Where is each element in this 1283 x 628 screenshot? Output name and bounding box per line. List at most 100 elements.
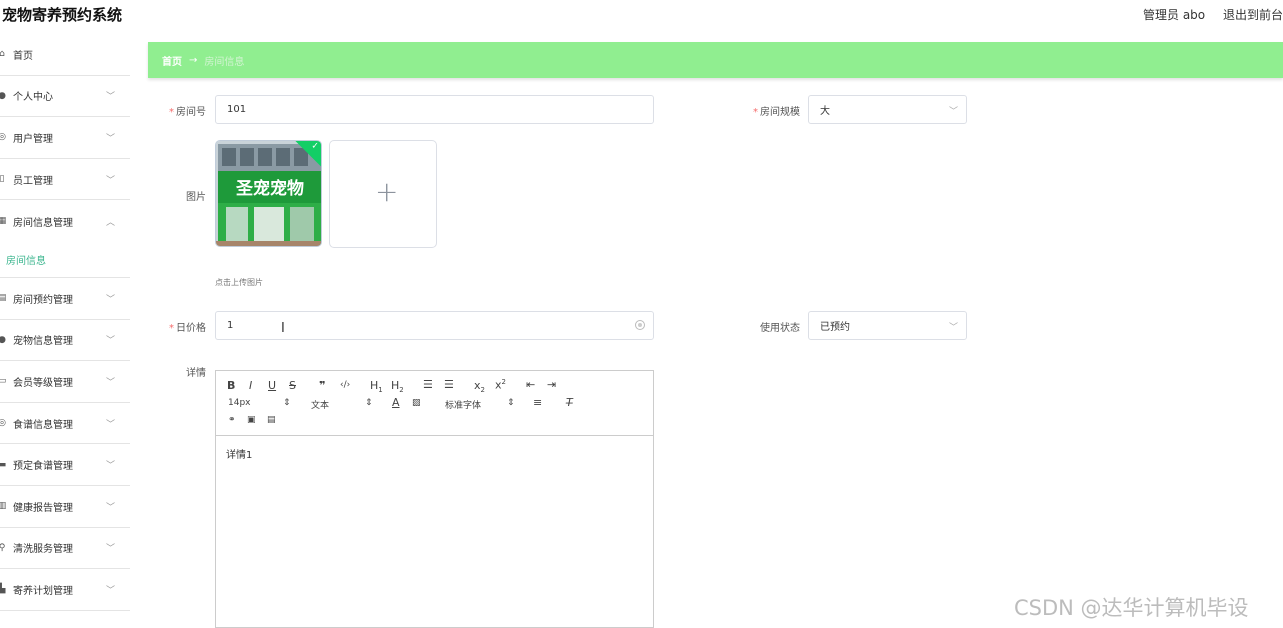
pet-icon: ● <box>0 334 6 345</box>
editor-content[interactable]: 详情1 <box>226 446 252 461</box>
sort-icon: ⇕ <box>507 398 515 408</box>
uploaded-image-thumbnail[interactable]: 圣宠宠物 ✓ <box>215 140 322 247</box>
sidebar-item-label: 预定食谱管理 <box>13 461 73 473</box>
price-value: 1 <box>227 320 234 331</box>
app-title: 宠物寄养预约系统 <box>2 6 123 24</box>
chevron-down-icon: ﹀ <box>106 544 116 555</box>
room-size-select[interactable]: 大 ﹀ <box>808 95 967 124</box>
sort-icon: ⇕ <box>365 398 373 408</box>
font-family-select[interactable]: 标准字体 <box>445 398 481 411</box>
sidebar-item-member-level[interactable]: ▭ 会员等级管理 ﹀ <box>0 361 130 403</box>
status-label: 使用状态 <box>760 323 800 334</box>
sidebar-subitem-room-info[interactable]: 房间信息 <box>0 242 130 278</box>
header2-icon[interactable]: H2 <box>391 379 404 394</box>
price-label: * 日价格 <box>166 319 206 334</box>
room-size-value: 大 <box>820 106 830 117</box>
report-icon: ▥ <box>0 501 7 512</box>
bullet-list-icon[interactable]: ☰ <box>444 378 454 391</box>
subscript-icon[interactable]: x2 <box>474 379 485 394</box>
sidebar-item-staff-management[interactable]: ▯ 员工管理 ﹀ <box>0 159 130 201</box>
watermark: CSDN @达华计算机毕设 <box>1014 596 1249 620</box>
upload-image-button[interactable]: + <box>329 140 437 248</box>
user-icon: ● <box>0 90 6 101</box>
superscript-icon[interactable]: x2 <box>495 378 506 392</box>
sidebar-item-label: 用户管理 <box>13 133 53 145</box>
chevron-down-icon: ﹀ <box>106 294 116 305</box>
text-type-select[interactable]: 文本 <box>311 398 329 411</box>
sidebar-item-cleaning-service[interactable]: ⚲ 清洗服务管理 ﹀ <box>0 528 130 570</box>
sort-icon: ⇕ <box>283 398 291 408</box>
breadcrumb-home-link[interactable]: 首页 <box>162 53 182 68</box>
sidebar-item-label: 首页 <box>13 50 33 62</box>
clean-icon: ⚲ <box>0 542 6 553</box>
chevron-down-icon: ﹀ <box>106 419 116 430</box>
sidebar-item-boarding-plan[interactable]: ▙ 寄养计划管理 ﹀ <box>0 569 130 611</box>
clear-format-icon[interactable]: T̶ <box>566 396 573 409</box>
indent-icon[interactable]: ⇥ <box>547 378 556 391</box>
link-icon[interactable]: ⚭ <box>228 415 236 425</box>
sidebar-item-label: 房间信息管理 <box>13 217 73 229</box>
sidebar: ⌂ 首页 ● 个人中心 ﹀ ◎ 用户管理 ﹀ ▯ 员工管理 ﹀ ▦ 房间信息管理… <box>0 34 130 628</box>
ordered-list-icon[interactable]: ☰ <box>423 378 433 391</box>
room-size-label-text: 房间规模 <box>760 107 800 118</box>
sidebar-item-label: 会员等级管理 <box>13 377 73 389</box>
sidebar-item-label: 个人中心 <box>13 92 53 104</box>
bold-icon[interactable]: B <box>227 379 235 392</box>
blockquote-icon[interactable]: ❞ <box>319 379 325 392</box>
code-block-icon[interactable]: ‹/› <box>340 380 350 390</box>
price-label-text: 日价格 <box>176 323 206 334</box>
sidebar-item-home[interactable]: ⌂ 首页 <box>0 34 130 76</box>
sidebar-item-user-management[interactable]: ◎ 用户管理 ﹀ <box>0 117 130 159</box>
exit-to-frontend-link[interactable]: 退出到前台 <box>1223 8 1283 22</box>
sidebar-item-health-report[interactable]: ▥ 健康报告管理 ﹀ <box>0 486 130 528</box>
room-no-input[interactable]: 101 <box>215 95 654 124</box>
outdent-icon[interactable]: ⇤ <box>526 378 535 391</box>
top-right-actions: 管理员 abo 退出到前台 <box>1129 6 1283 23</box>
header1-icon[interactable]: H1 <box>370 379 383 394</box>
sidebar-item-label: 寄养计划管理 <box>13 585 73 597</box>
sidebar-item-room-booking[interactable]: ▤ 房间预约管理 ﹀ <box>0 278 130 320</box>
breadcrumb: 首页 → 房间信息 <box>148 42 1283 78</box>
room-no-value: 101 <box>227 104 247 115</box>
chevron-down-icon: ﹀ <box>106 377 116 388</box>
sidebar-item-recipe-order[interactable]: ▬ 预定食谱管理 ﹀ <box>0 444 130 486</box>
sidebar-item-pet-info[interactable]: ● 宠物信息管理 ﹀ <box>0 320 130 362</box>
home-icon: ⌂ <box>0 49 5 60</box>
member-icon: ▭ <box>0 376 7 387</box>
sidebar-item-personal-center[interactable]: ● 个人中心 ﹀ <box>0 76 130 118</box>
top-bar: 宠物寄养预约系统 管理员 abo 退出到前台 <box>0 0 1283 30</box>
admin-user-link[interactable]: 管理员 abo <box>1143 8 1205 22</box>
align-icon[interactable]: ≡ <box>533 396 542 409</box>
staff-icon: ▯ <box>0 174 5 185</box>
breadcrumb-current: 房间信息 <box>204 56 245 68</box>
chevron-down-icon: ﹀ <box>106 502 116 513</box>
room-no-label: * 房间号 <box>166 103 206 118</box>
room-no-label-text: 房间号 <box>176 107 206 118</box>
font-size-select[interactable]: 14px <box>228 398 251 408</box>
storefront-image: 圣宠宠物 <box>216 141 321 246</box>
sidebar-item-room-info-management[interactable]: ▦ 房间信息管理 ︿ <box>0 200 130 242</box>
room-size-label: * 房间规模 <box>748 103 800 118</box>
chevron-down-icon: ﹀ <box>948 323 958 333</box>
room-icon: ▦ <box>0 216 7 227</box>
sidebar-item-label: 清洗服务管理 <box>13 544 73 556</box>
sidebar-item-recipe-info[interactable]: ◎ 食谱信息管理 ﹀ <box>0 403 130 445</box>
sidebar-item-label: 食谱信息管理 <box>13 419 73 431</box>
clear-icon[interactable] <box>635 320 645 330</box>
video-icon[interactable]: ▤ <box>267 415 276 425</box>
status-select[interactable]: 已预约 ﹀ <box>808 311 967 340</box>
required-mark: * <box>169 107 174 118</box>
chevron-up-icon: ︿ <box>106 217 116 228</box>
underline-icon[interactable]: U <box>268 379 276 392</box>
image-icon[interactable]: ▣ <box>247 415 256 425</box>
strikethrough-icon[interactable]: S <box>289 379 296 392</box>
background-color-icon[interactable]: ▨ <box>412 398 421 408</box>
chevron-down-icon: ﹀ <box>106 92 116 103</box>
order-icon: ▬ <box>0 459 7 470</box>
sidebar-item-label: 宠物信息管理 <box>13 336 73 348</box>
sidebar-item-label: 健康报告管理 <box>13 502 73 514</box>
sidebar-item-label: 员工管理 <box>13 175 53 187</box>
italic-icon[interactable]: I <box>249 379 252 392</box>
chevron-down-icon: ﹀ <box>948 107 958 117</box>
font-color-icon[interactable]: A <box>392 396 400 409</box>
